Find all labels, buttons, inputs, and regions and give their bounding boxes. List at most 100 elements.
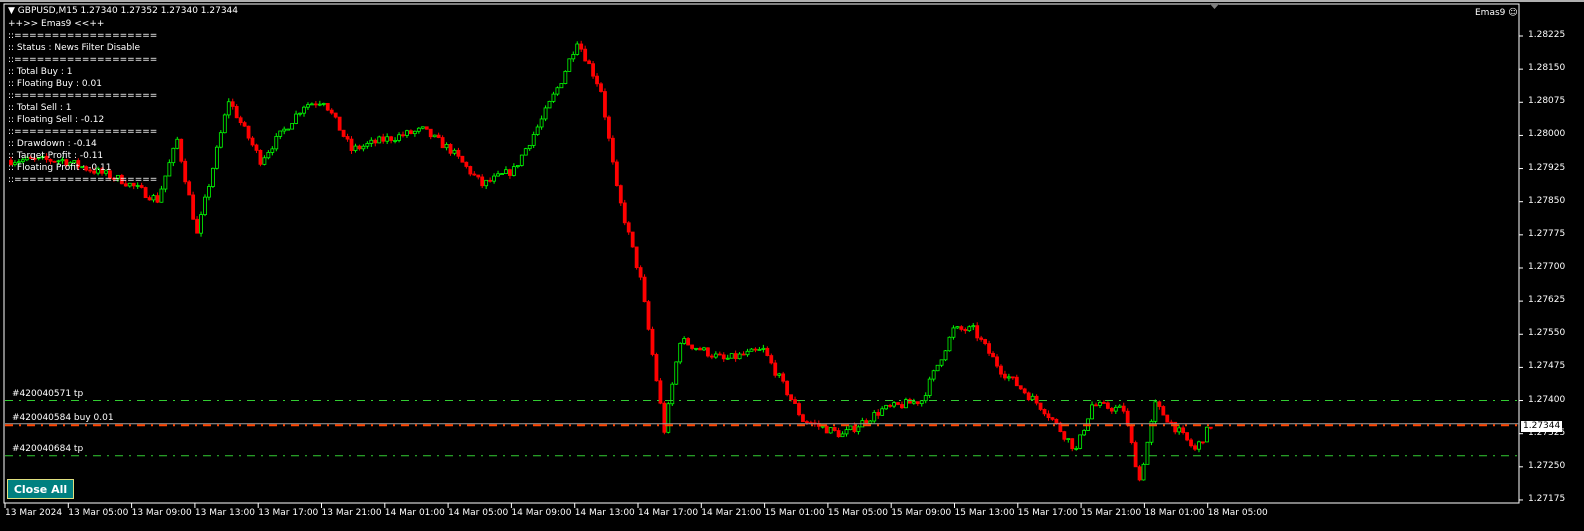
bear-candle [634, 246, 639, 268]
bear-candle [979, 337, 984, 340]
info-line: ::=================== [8, 175, 158, 185]
bull-candle [880, 408, 885, 416]
bear-candle [599, 83, 603, 92]
symbol-header[interactable]: ▼ GBPUSD,M15 1.27340 1.27352 1.27340 1.2… [8, 6, 238, 16]
bull-candle [713, 353, 718, 358]
bull-candle [757, 349, 762, 351]
price-tick-label: 1.28150 [1528, 63, 1566, 74]
bull-candle [539, 118, 544, 128]
time-tick-label: 13 Mar 13:00 [194, 508, 255, 518]
bull-candle [749, 348, 754, 352]
symbol-quote: GBPUSD,M15 1.27340 1.27352 1.27340 1.273… [17, 6, 238, 16]
bear-candle [622, 202, 627, 224]
bull-candle [377, 136, 382, 144]
bear-candle [618, 185, 623, 204]
bull-candle [416, 127, 421, 132]
bull-candle [266, 152, 271, 159]
indicator-label[interactable]: Emas9 ☺ [1475, 8, 1518, 18]
bull-candle [527, 144, 532, 150]
indicator-name: Emas9 [1475, 8, 1506, 18]
bear-candle [690, 344, 694, 349]
bear-candle [1133, 442, 1138, 468]
bear-candle [1062, 431, 1067, 440]
bull-candle [397, 134, 401, 141]
bull-candle [274, 136, 279, 150]
bull-candle [432, 134, 437, 138]
time-tick-label: 18 Mar 05:00 [1207, 508, 1268, 518]
bear-candle [706, 347, 710, 357]
bull-candle [1098, 402, 1102, 406]
price-tick-label: 1.27625 [1528, 295, 1566, 306]
bull-candle [1145, 441, 1150, 465]
bull-candle [947, 336, 952, 352]
bull-candle [674, 361, 679, 385]
bull-candle [151, 195, 156, 201]
time-tick-label: 18 Mar 01:00 [1144, 508, 1205, 518]
bull-candle [1177, 427, 1182, 433]
bull-candle [820, 425, 825, 428]
bear-candle [638, 267, 643, 278]
bull-candle [971, 325, 976, 328]
bull-candle [203, 196, 207, 216]
bull-candle [515, 165, 520, 168]
bear-candle [991, 352, 995, 358]
bear-candle [1181, 427, 1186, 433]
price-tick-label: 1.27400 [1528, 394, 1566, 405]
info-line: ::=================== [8, 91, 158, 101]
price-tick-label: 1.27925 [1528, 162, 1566, 173]
bull-candle [575, 43, 580, 55]
info-line: :: Floating Buy : 0.01 [8, 79, 102, 89]
bear-candle [472, 173, 477, 176]
bull-candle [856, 426, 861, 432]
bear-candle [1034, 395, 1039, 404]
bull-candle [1030, 395, 1035, 401]
bear-candle [254, 144, 259, 151]
price-tick-label: 1.27850 [1528, 195, 1566, 206]
bear-candle [686, 338, 691, 346]
bear-candle [1014, 376, 1019, 387]
bull-candle [567, 58, 572, 72]
bear-candle [587, 60, 592, 65]
bear-candle [1157, 401, 1162, 407]
close-all-button[interactable]: Close All [7, 479, 74, 499]
bear-candle [242, 122, 247, 127]
price-tick-label: 1.28000 [1528, 129, 1566, 140]
bear-candle [373, 139, 378, 144]
bull-candle [951, 327, 956, 338]
bull-candle [286, 128, 291, 131]
dropdown-triangle-icon[interactable]: ▼ [8, 6, 18, 16]
bear-candle [642, 276, 647, 303]
bear-candle [1125, 410, 1130, 426]
info-line: :: Floating Profit : -0.11 [8, 163, 112, 173]
time-tick-label: 15 Mar 09:00 [891, 508, 952, 518]
bull-candle [729, 353, 734, 359]
time-tick-label: 15 Mar 21:00 [1081, 508, 1142, 518]
price-tick-label: 1.27250 [1528, 460, 1566, 471]
bull-candle [420, 126, 425, 129]
bear-candle [607, 116, 611, 139]
bear-candle [781, 373, 786, 382]
bear-candle [915, 401, 920, 405]
bear-candle [626, 222, 631, 233]
price-chart[interactable] [0, 0, 1584, 531]
price-tick-label: 1.27475 [1528, 361, 1566, 372]
bear-candle [876, 412, 881, 416]
bear-candle [195, 218, 199, 234]
bear-candle [1109, 408, 1114, 412]
bear-candle [1026, 392, 1031, 401]
bull-candle [678, 342, 683, 363]
bear-candle [1010, 376, 1015, 379]
price-tick-label: 1.28225 [1528, 30, 1566, 40]
bull-candle [555, 87, 560, 95]
bear-candle [468, 166, 473, 175]
bear-candle [1105, 402, 1110, 409]
bear-candle [741, 353, 746, 356]
bear-candle [785, 380, 790, 396]
bear-candle [630, 231, 635, 248]
bull-candle [1197, 441, 1201, 450]
time-tick-label: 13 Mar 05:00 [68, 508, 129, 518]
bull-candle [1113, 406, 1118, 412]
time-tick-label: 13 Mar 17:00 [258, 508, 319, 518]
bear-candle [464, 161, 469, 167]
bear-candle [1189, 439, 1193, 447]
